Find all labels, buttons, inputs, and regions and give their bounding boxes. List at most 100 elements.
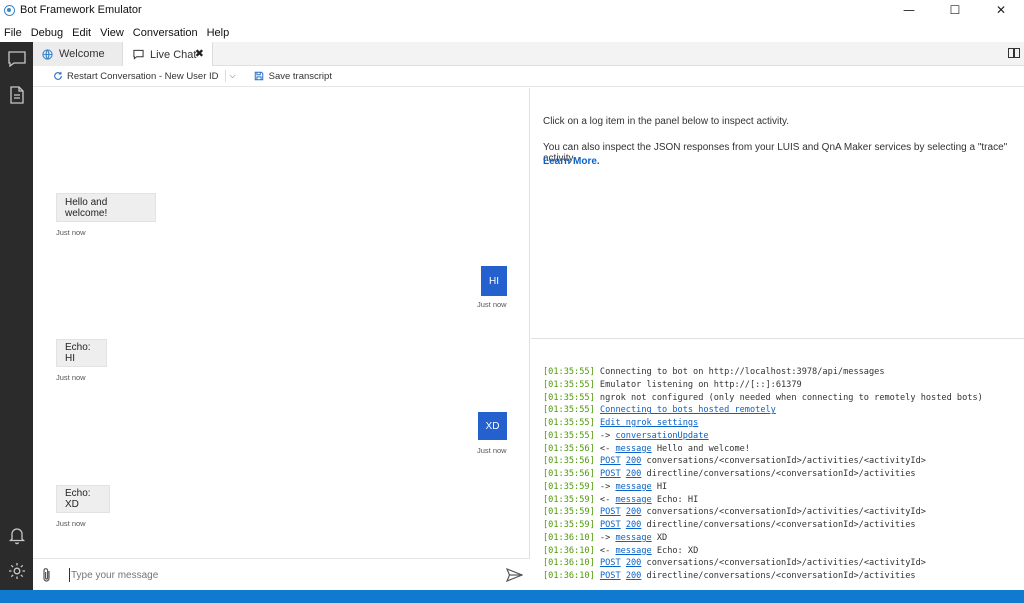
log-timestamp: [01:35:55] xyxy=(543,367,595,377)
maximize-button[interactable]: ☐ xyxy=(932,0,978,20)
log-timestamp: [01:36:10] xyxy=(543,558,595,569)
restart-conversation-button[interactable]: Restart Conversation - New User ID xyxy=(52,71,219,82)
menu-help[interactable]: Help xyxy=(203,27,235,39)
log-panel: [01:35:55] Connecting to bot on http://l… xyxy=(531,340,1024,590)
log-timestamp: [01:35:59] xyxy=(543,520,595,530)
window-controls: — ☐ ✕ xyxy=(886,0,1024,20)
log-link[interactable]: message xyxy=(615,495,651,505)
log-timestamp: [01:35:59] xyxy=(543,481,595,492)
toolbar-divider xyxy=(224,70,226,82)
log-text: XD xyxy=(651,532,668,543)
log-link[interactable]: 200 xyxy=(626,558,642,568)
log-timestamp: [01:36:10] xyxy=(543,545,595,556)
menu-conversation[interactable]: Conversation xyxy=(129,27,203,39)
log-entry[interactable]: [01:35:59] <- message Echo: HI xyxy=(543,494,983,507)
tab-live-chat-label: Live Chat xyxy=(150,48,197,61)
tab-welcome[interactable]: Welcome xyxy=(33,42,123,66)
menu-debug[interactable]: Debug xyxy=(27,27,68,39)
tab-live-chat[interactable]: Live Chat ✖ xyxy=(123,42,213,67)
log-text: <- xyxy=(594,545,616,556)
activity-bar xyxy=(0,42,33,590)
chat-icon[interactable] xyxy=(0,44,33,74)
log-link[interactable]: 200 xyxy=(626,507,642,517)
log-link[interactable]: POST xyxy=(600,456,621,466)
message-timestamp: Just now xyxy=(56,373,86,382)
log-timestamp: [01:35:56] xyxy=(543,456,595,467)
save-transcript-label: Save transcript xyxy=(268,70,332,82)
log-text: HI xyxy=(651,481,668,492)
refresh-icon xyxy=(52,71,63,82)
log-link[interactable]: POST xyxy=(600,520,621,530)
paperclip-icon[interactable] xyxy=(40,567,54,583)
bot-message: Echo: XD xyxy=(56,485,110,513)
learn-more-link[interactable]: Learn More. xyxy=(543,156,600,167)
bell-icon[interactable] xyxy=(0,520,33,550)
gear-icon[interactable] xyxy=(0,556,33,586)
menu-edit[interactable]: Edit xyxy=(68,27,96,39)
log-entry[interactable]: [01:35:55] ngrok not configured (only ne… xyxy=(543,392,983,405)
tab-welcome-label: Welcome xyxy=(59,48,105,60)
log-entry[interactable]: [01:35:59] POST 200 conversations/<conve… xyxy=(543,506,983,519)
log-entry[interactable]: [01:35:55] Connecting to bots hosted rem… xyxy=(543,404,983,417)
log-entry[interactable]: [01:35:59] POST 200 directline/conversat… xyxy=(543,519,983,532)
minimize-button[interactable]: — xyxy=(886,0,932,20)
chat-bubble-icon xyxy=(132,49,144,61)
log-link[interactable]: message xyxy=(615,444,651,454)
log-text: directline/conversations/<conversationId… xyxy=(641,469,916,479)
log-link[interactable]: POST xyxy=(600,507,621,517)
message-timestamp: Just now xyxy=(56,519,86,528)
log-entry[interactable]: [01:35:55] Edit ngrok settings xyxy=(543,417,983,430)
log-text: directline/conversations/<conversationId… xyxy=(641,520,916,530)
log-entry[interactable]: [01:36:10] POST 200 directline/conversat… xyxy=(543,570,983,583)
log-text: Echo: XD xyxy=(651,545,699,556)
log-timestamp: [01:35:55] xyxy=(543,418,595,428)
log-link[interactable]: 200 xyxy=(626,469,642,479)
chevron-down-icon[interactable]: ⌵ xyxy=(230,71,236,81)
log-link[interactable]: message xyxy=(615,482,651,492)
log-link[interactable]: 200 xyxy=(626,520,642,530)
menu-view[interactable]: View xyxy=(96,27,129,39)
save-transcript-button[interactable]: Save transcript xyxy=(254,71,332,82)
chat-panel: Hello and welcome! Just now HI Just now … xyxy=(33,88,530,590)
close-window-button[interactable]: ✕ xyxy=(978,0,1024,20)
send-icon[interactable] xyxy=(506,568,523,582)
log-timestamp: [01:35:55] xyxy=(543,392,595,403)
log-link[interactable]: message xyxy=(615,546,651,556)
log-timestamp: [01:36:10] xyxy=(543,571,595,581)
status-bar xyxy=(0,590,1024,603)
log-link[interactable]: 200 xyxy=(626,571,642,581)
log-entry[interactable]: [01:35:56] <- message Hello and welcome! xyxy=(543,443,983,456)
log-text: conversations/<conversationId>/activitie… xyxy=(641,558,926,569)
log-entry[interactable]: [01:35:56] POST 200 conversations/<conve… xyxy=(543,455,983,468)
log-timestamp: [01:36:10] xyxy=(543,532,595,543)
log-entry[interactable]: [01:36:10] POST 200 conversations/<conve… xyxy=(543,557,983,570)
message-composer xyxy=(33,558,530,590)
log-timestamp: [01:35:55] xyxy=(543,379,595,390)
log-link[interactable]: POST xyxy=(600,558,621,568)
log-link[interactable]: Connecting to bots hosted remotely xyxy=(600,405,776,415)
log-timestamp: [01:35:55] xyxy=(543,405,595,416)
log-entry[interactable]: [01:35:55] Emulator listening on http://… xyxy=(543,379,983,392)
document-icon[interactable] xyxy=(0,80,33,110)
log-link[interactable]: 200 xyxy=(626,456,642,466)
log-link[interactable]: message xyxy=(615,533,651,543)
log-entry[interactable]: [01:36:10] <- message Echo: XD xyxy=(543,545,983,558)
log-entry[interactable]: [01:35:55] -> conversationUpdate xyxy=(543,430,983,443)
split-view-icon[interactable] xyxy=(1008,48,1020,58)
close-tab-icon[interactable]: ✖ xyxy=(195,47,204,60)
message-input[interactable] xyxy=(69,568,489,582)
log-entry[interactable]: [01:35:56] POST 200 directline/conversat… xyxy=(543,468,983,481)
log-link[interactable]: POST xyxy=(600,469,621,479)
log-list: [01:35:55] Connecting to bot on http://l… xyxy=(543,366,983,583)
log-link[interactable]: POST xyxy=(600,571,621,581)
inspector-panel: Click on a log item in the panel below t… xyxy=(531,88,1024,339)
log-timestamp: [01:35:55] xyxy=(543,430,595,441)
user-message: XD xyxy=(478,412,507,440)
log-entry[interactable]: [01:35:59] -> message HI xyxy=(543,481,983,494)
log-link[interactable]: conversationUpdate xyxy=(615,431,708,441)
inspector-trace-hint: You can also inspect the JSON responses … xyxy=(543,142,1008,164)
menu-file[interactable]: File xyxy=(0,27,27,39)
log-entry[interactable]: [01:35:55] Connecting to bot on http://l… xyxy=(543,366,983,379)
log-link[interactable]: Edit ngrok settings xyxy=(600,418,698,428)
log-entry[interactable]: [01:36:10] -> message XD xyxy=(543,532,983,545)
